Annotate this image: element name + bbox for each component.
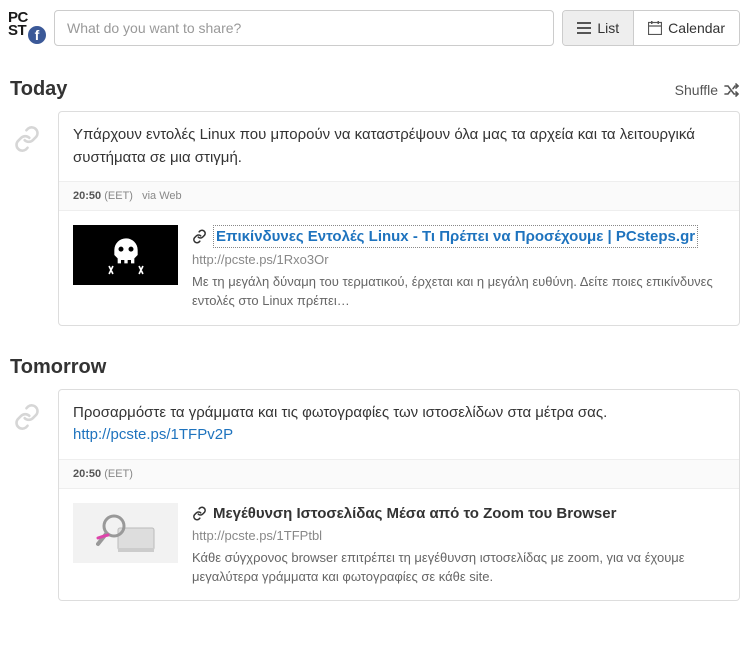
post-text: Υπάρχουν εντολές Linux που μπορούν να κα…: [59, 112, 739, 181]
post-meta: 20:50 (EET): [59, 459, 739, 488]
link-type-icon: [10, 111, 44, 153]
section-header-tomorrow: Tomorrow: [0, 332, 750, 383]
attachment-title-text: Μεγέθυνση Ιστοσελίδας Μέσα από το Zoom τ…: [213, 503, 616, 524]
link-type-icon: [10, 389, 44, 431]
post-via: via Web: [142, 190, 182, 202]
top-bar: PC ST f List Calendar: [0, 0, 750, 54]
post-attachment: Επικίνδυνες Εντολές Linux - Τι Πρέπει να…: [59, 210, 739, 325]
list-icon: [577, 22, 591, 34]
calendar-icon: [648, 21, 662, 35]
attachment-content: Επικίνδυνες Εντολές Linux - Τι Πρέπει να…: [192, 225, 725, 311]
post-row: Προσαρμόστε τα γράμματα και τις φωτογραφ…: [0, 383, 750, 608]
attachment-desc: Με τη μεγάλη δύναμη του τερματικού, έρχε…: [192, 273, 725, 311]
attachment-url: http://pcste.ps/1Rxo3Or: [192, 252, 725, 267]
attachment-desc: Κάθε σύγχρονος browser επιτρέπει τη μεγέ…: [192, 549, 725, 587]
attachment-thumbnail: [73, 503, 178, 563]
list-view-button[interactable]: List: [563, 11, 633, 45]
post-meta: 20:50 (EET) via Web: [59, 181, 739, 210]
post-text: Προσαρμόστε τα γράμματα και τις φωτογραφ…: [59, 390, 739, 459]
shuffle-button[interactable]: Shuffle: [675, 82, 740, 98]
skull-icon: [106, 235, 146, 275]
post-text-link[interactable]: http://pcste.ps/1TFPv2P: [73, 426, 233, 443]
section-title: Today: [10, 78, 67, 101]
attachment-url: http://pcste.ps/1TFPtbl: [192, 528, 725, 543]
link-icon: [13, 403, 41, 431]
link-icon: [13, 125, 41, 153]
magnifier-icon: [96, 510, 156, 555]
link-icon: [192, 229, 207, 244]
attachment-thumbnail: [73, 225, 178, 285]
post-tz: (EET): [104, 468, 133, 480]
account-logo[interactable]: PC ST f: [8, 12, 46, 44]
post-card[interactable]: Υπάρχουν εντολές Linux που μπορούν να κα…: [58, 111, 740, 326]
list-view-label: List: [597, 20, 619, 36]
post-tz: (EET): [104, 190, 133, 202]
post-row: Υπάρχουν εντολές Linux που μπορούν να κα…: [0, 105, 750, 332]
section-header-today: Today Shuffle: [0, 54, 750, 105]
link-icon: [192, 506, 207, 521]
attachment-title: Επικίνδυνες Εντολές Linux - Τι Πρέπει να…: [192, 225, 725, 248]
calendar-view-button[interactable]: Calendar: [633, 11, 739, 45]
attachment-title: Μεγέθυνση Ιστοσελίδας Μέσα από το Zoom τ…: [192, 503, 725, 524]
view-toggle: List Calendar: [562, 10, 740, 46]
attachment-title-link[interactable]: Επικίνδυνες Εντολές Linux - Τι Πρέπει να…: [213, 225, 698, 248]
post-attachment: Μεγέθυνση Ιστοσελίδας Μέσα από το Zoom τ…: [59, 488, 739, 601]
facebook-icon: f: [26, 24, 48, 46]
post-time: 20:50: [73, 468, 101, 480]
calendar-view-label: Calendar: [668, 20, 725, 36]
post-time: 20:50: [73, 190, 101, 202]
shuffle-label: Shuffle: [675, 82, 718, 98]
shuffle-icon: [724, 83, 740, 97]
section-title: Tomorrow: [10, 356, 106, 379]
share-input[interactable]: [54, 10, 554, 46]
attachment-content: Μεγέθυνση Ιστοσελίδας Μέσα από το Zoom τ…: [192, 503, 725, 587]
post-card[interactable]: Προσαρμόστε τα γράμματα και τις φωτογραφ…: [58, 389, 740, 602]
